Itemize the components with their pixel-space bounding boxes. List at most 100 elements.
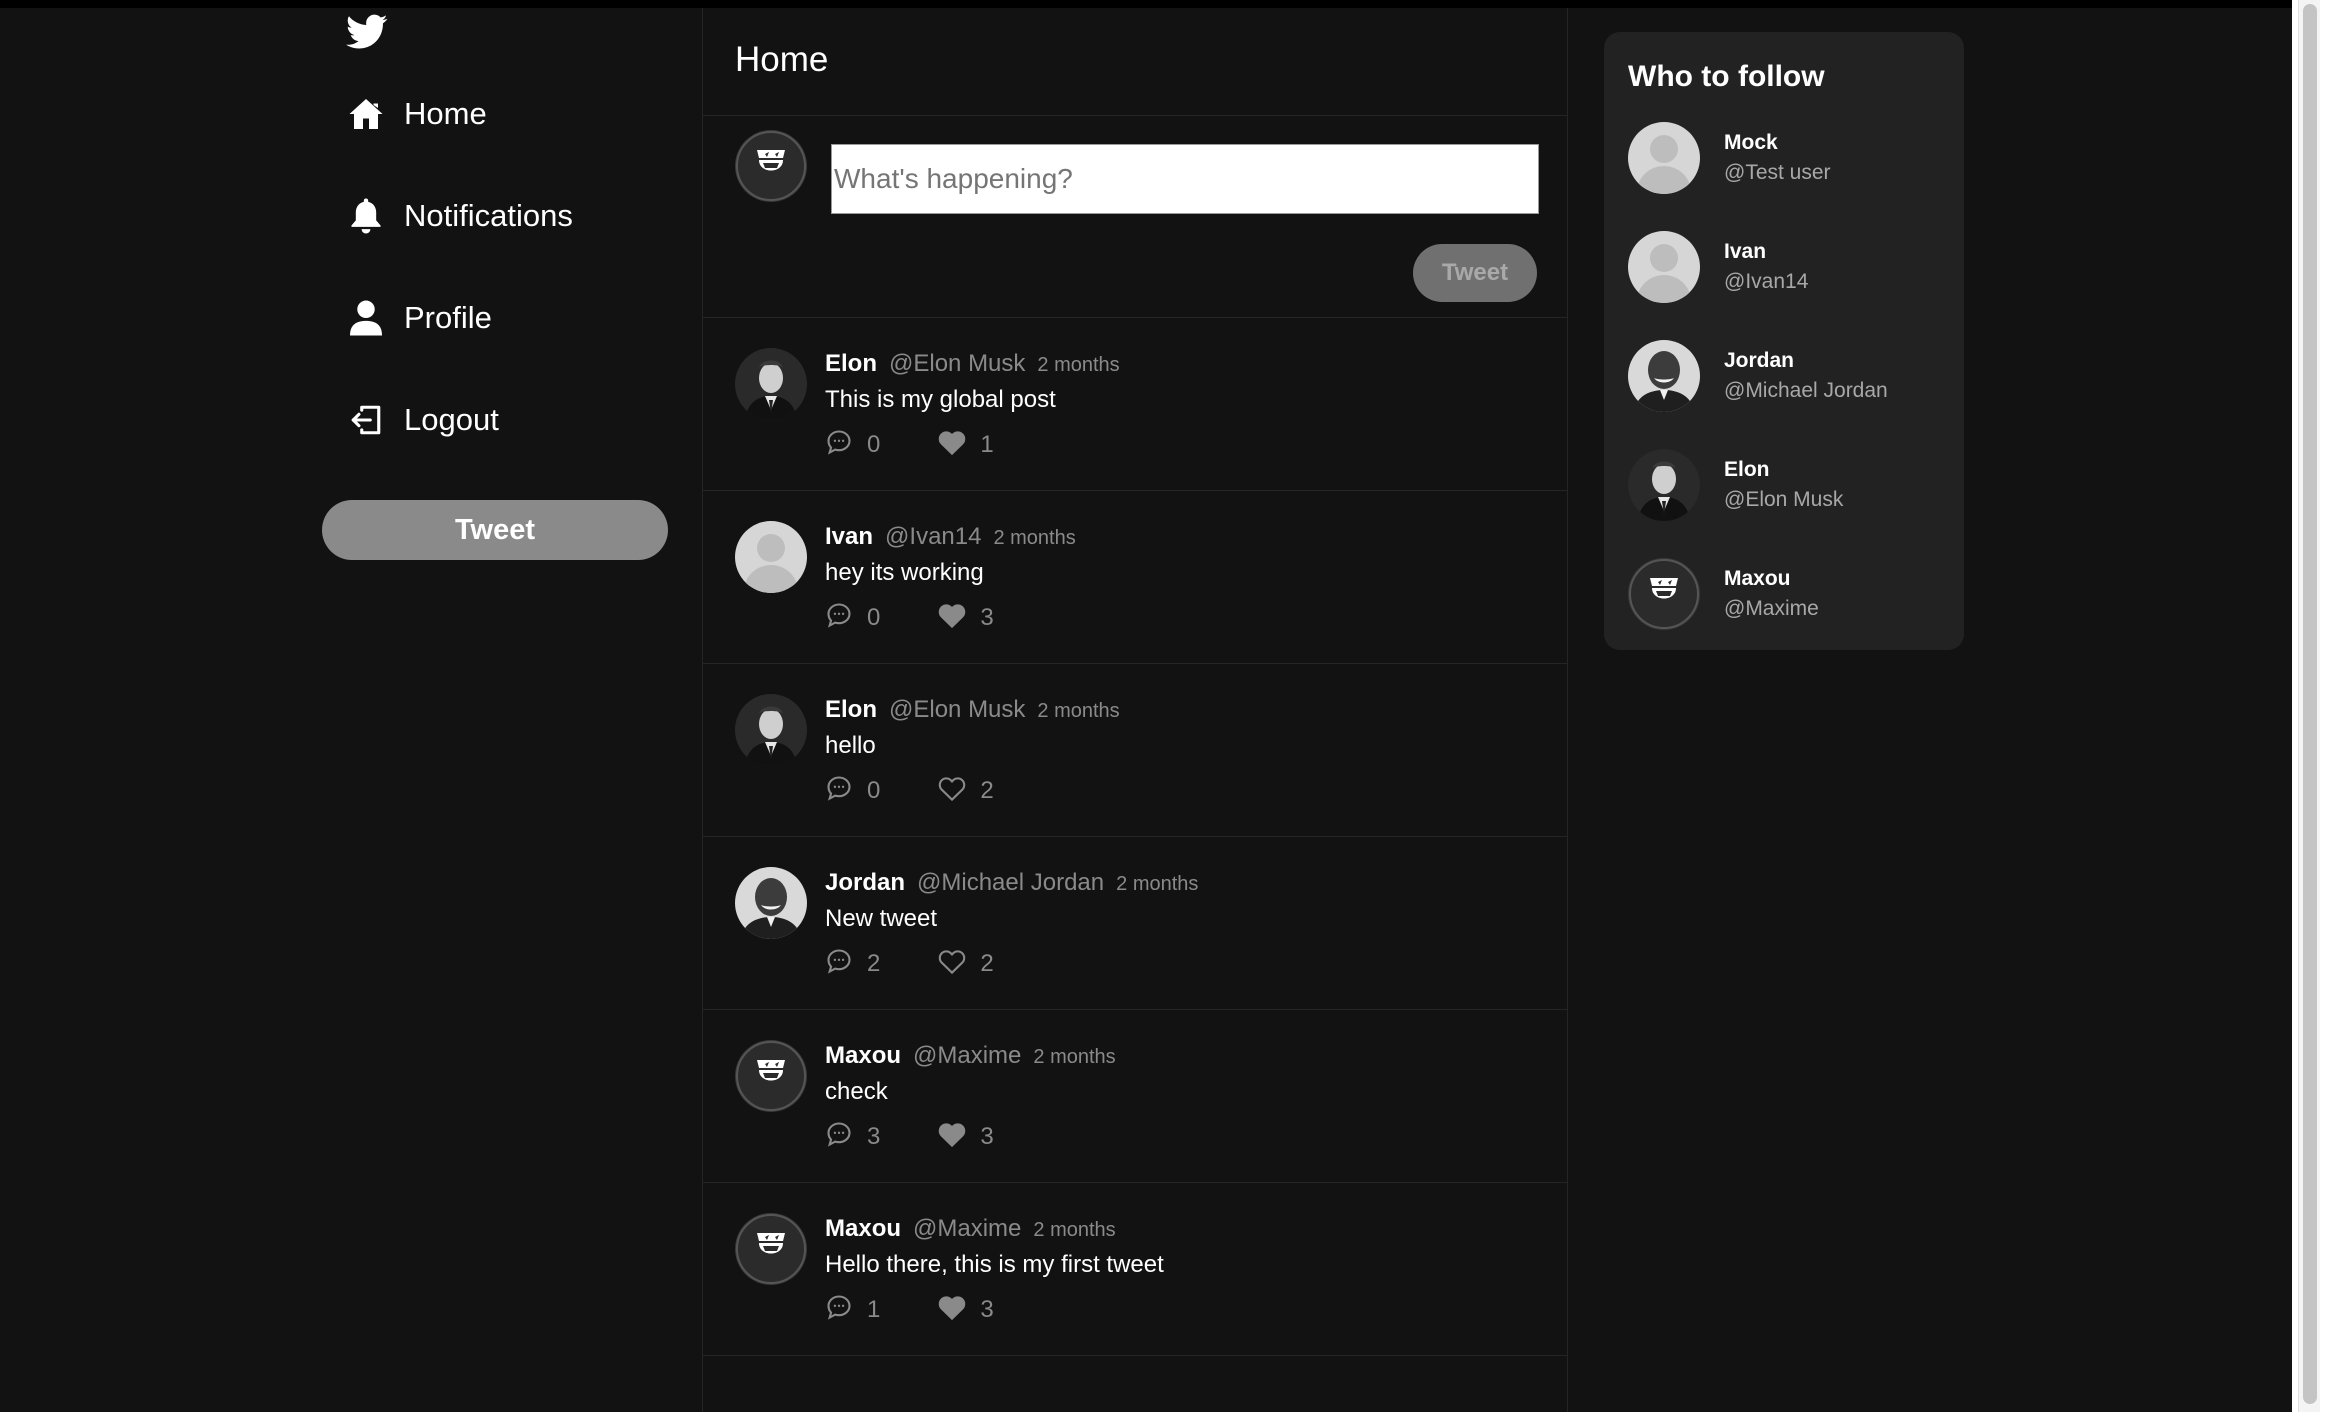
nav-home-label: Home bbox=[404, 96, 487, 131]
like-button[interactable]: 2 bbox=[938, 948, 994, 979]
tweet-actions: 03 bbox=[825, 601, 1547, 634]
tweet-actions: 22 bbox=[825, 947, 1547, 980]
nav-logout[interactable]: Logout bbox=[344, 398, 499, 442]
tweet-header: Ivan @Ivan14 2 months bbox=[825, 523, 1547, 551]
avatar[interactable] bbox=[735, 1213, 807, 1285]
who-to-follow-title: Who to follow bbox=[1628, 60, 1825, 93]
tweet-header: Maxou @Maxime 2 months bbox=[825, 1042, 1547, 1070]
avatar[interactable] bbox=[1628, 558, 1700, 630]
like-button[interactable]: 3 bbox=[938, 1121, 994, 1152]
tweet-author-name[interactable]: Jordan bbox=[825, 869, 905, 897]
comment-count: 0 bbox=[867, 776, 881, 804]
tweet-body: Elon @Elon Musk 2 months hello 0 2 bbox=[825, 696, 1547, 807]
bell-icon bbox=[344, 194, 388, 238]
page-title: Home bbox=[735, 40, 829, 79]
nav-home[interactable]: Home bbox=[344, 92, 487, 136]
tweet-item[interactable]: Maxou @Maxime 2 months Hello there, this is… bbox=[703, 1183, 1567, 1356]
like-count: 2 bbox=[980, 776, 994, 804]
follow-name: Jordan bbox=[1724, 349, 1795, 372]
avatar[interactable] bbox=[1628, 449, 1700, 521]
tweet-composer: Tweet bbox=[703, 116, 1567, 318]
comment-button[interactable]: 2 bbox=[825, 947, 880, 980]
tweet-author-name[interactable]: Elon bbox=[825, 350, 877, 378]
comment-icon bbox=[825, 774, 853, 807]
feed: Home Tweet Elon @Elon Musk 2 months This is… bbox=[702, 8, 1568, 1412]
tweet-item[interactable]: Elon @Elon Musk 2 months hello 0 2 bbox=[703, 664, 1567, 837]
comment-icon bbox=[825, 428, 853, 461]
tweet-author-name[interactable]: Maxou bbox=[825, 1215, 901, 1243]
comment-icon bbox=[825, 1120, 853, 1153]
avatar[interactable] bbox=[735, 694, 807, 766]
avatar[interactable] bbox=[735, 867, 807, 939]
follow-suggestion[interactable]: Ivan @Ivan14 bbox=[1628, 231, 1808, 303]
compose-tweet-button[interactable]: Tweet bbox=[1413, 244, 1537, 302]
follow-text: Ivan @Ivan14 bbox=[1724, 240, 1808, 294]
comment-count: 0 bbox=[867, 603, 881, 631]
follow-suggestion[interactable]: Jordan @Michael Jordan bbox=[1628, 340, 1888, 412]
like-button[interactable]: 3 bbox=[938, 1294, 994, 1325]
avatar[interactable] bbox=[735, 1040, 807, 1112]
avatar[interactable] bbox=[1628, 231, 1700, 303]
follow-suggestion[interactable]: Mock @Test user bbox=[1628, 122, 1831, 194]
like-button[interactable]: 1 bbox=[938, 429, 994, 460]
like-count: 3 bbox=[980, 1122, 994, 1150]
tweet-item[interactable]: Maxou @Maxime 2 months check 3 3 bbox=[703, 1010, 1567, 1183]
like-count: 2 bbox=[980, 949, 994, 977]
nav-profile-label: Profile bbox=[404, 300, 492, 335]
logout-icon bbox=[344, 398, 388, 442]
follow-suggestion[interactable]: Maxou @Maxime bbox=[1628, 558, 1819, 630]
tweet-actions: 02 bbox=[825, 774, 1547, 807]
avatar[interactable] bbox=[735, 348, 807, 420]
nav-notifications[interactable]: Notifications bbox=[344, 194, 573, 238]
avatar[interactable] bbox=[735, 521, 807, 593]
follow-suggestion[interactable]: Elon @Elon Musk bbox=[1628, 449, 1843, 521]
follow-name: Mock bbox=[1724, 131, 1778, 154]
like-button[interactable]: 3 bbox=[938, 602, 994, 633]
feed-header: Home bbox=[703, 8, 1567, 116]
nav-profile[interactable]: Profile bbox=[344, 296, 492, 340]
avatar[interactable] bbox=[1628, 340, 1700, 412]
tweet-author-name[interactable]: Ivan bbox=[825, 523, 873, 551]
tweet-body: Ivan @Ivan14 2 months hey its working 0 3 bbox=[825, 523, 1547, 634]
heart-icon bbox=[938, 1294, 966, 1325]
follow-text: Elon @Elon Musk bbox=[1724, 458, 1843, 512]
comment-button[interactable]: 0 bbox=[825, 601, 880, 634]
tweet-author-handle[interactable]: @Elon Musk bbox=[889, 350, 1025, 378]
tweet-text: check bbox=[825, 1078, 888, 1105]
like-count: 3 bbox=[980, 1295, 994, 1323]
tweet-author-handle[interactable]: @Michael Jordan bbox=[917, 869, 1104, 897]
scrollbar-thumb[interactable] bbox=[2303, 4, 2317, 1404]
tweet-actions: 13 bbox=[825, 1293, 1547, 1326]
comment-button[interactable]: 1 bbox=[825, 1293, 880, 1326]
user-icon bbox=[344, 296, 388, 340]
tweet-author-handle[interactable]: @Maxime bbox=[913, 1215, 1021, 1243]
comment-count: 3 bbox=[867, 1122, 881, 1150]
tweet-author-name[interactable]: Maxou bbox=[825, 1042, 901, 1070]
tweet-timestamp: 2 months bbox=[1037, 354, 1120, 376]
tweet-timestamp: 2 months bbox=[1116, 873, 1199, 895]
twitter-bird-icon[interactable] bbox=[346, 14, 388, 50]
tweet-author-handle[interactable]: @Ivan14 bbox=[885, 523, 981, 551]
page: Home Notifications Profile Logout Tweet … bbox=[0, 0, 2326, 1412]
tweet-timestamp: 2 months bbox=[1033, 1046, 1116, 1068]
comment-button[interactable]: 0 bbox=[825, 428, 880, 461]
tweet-timestamp: 2 months bbox=[1033, 1219, 1116, 1241]
tweet-body: Maxou @Maxime 2 months Hello there, this is… bbox=[825, 1215, 1547, 1326]
follow-text: Jordan @Michael Jordan bbox=[1724, 349, 1888, 403]
tweet-item[interactable]: Elon @Elon Musk 2 months This is my global … bbox=[703, 318, 1567, 491]
compose-input[interactable] bbox=[831, 144, 1539, 214]
like-button[interactable]: 2 bbox=[938, 775, 994, 806]
tweet-header: Elon @Elon Musk 2 months bbox=[825, 696, 1547, 724]
tweet-author-handle[interactable]: @Elon Musk bbox=[889, 696, 1025, 724]
tweet-author-handle[interactable]: @Maxime bbox=[913, 1042, 1021, 1070]
tweet-text: hello bbox=[825, 732, 876, 759]
comment-button[interactable]: 3 bbox=[825, 1120, 880, 1153]
sidebar-tweet-button[interactable]: Tweet bbox=[322, 500, 668, 560]
follow-name: Maxou bbox=[1724, 567, 1791, 590]
tweet-author-name[interactable]: Elon bbox=[825, 696, 877, 724]
comment-button[interactable]: 0 bbox=[825, 774, 880, 807]
tweet-item[interactable]: Ivan @Ivan14 2 months hey its working 0 3 bbox=[703, 491, 1567, 664]
heart-icon bbox=[938, 602, 966, 633]
tweet-item[interactable]: Jordan @Michael Jordan 2 months New tweet 2 2 bbox=[703, 837, 1567, 1010]
avatar[interactable] bbox=[1628, 122, 1700, 194]
